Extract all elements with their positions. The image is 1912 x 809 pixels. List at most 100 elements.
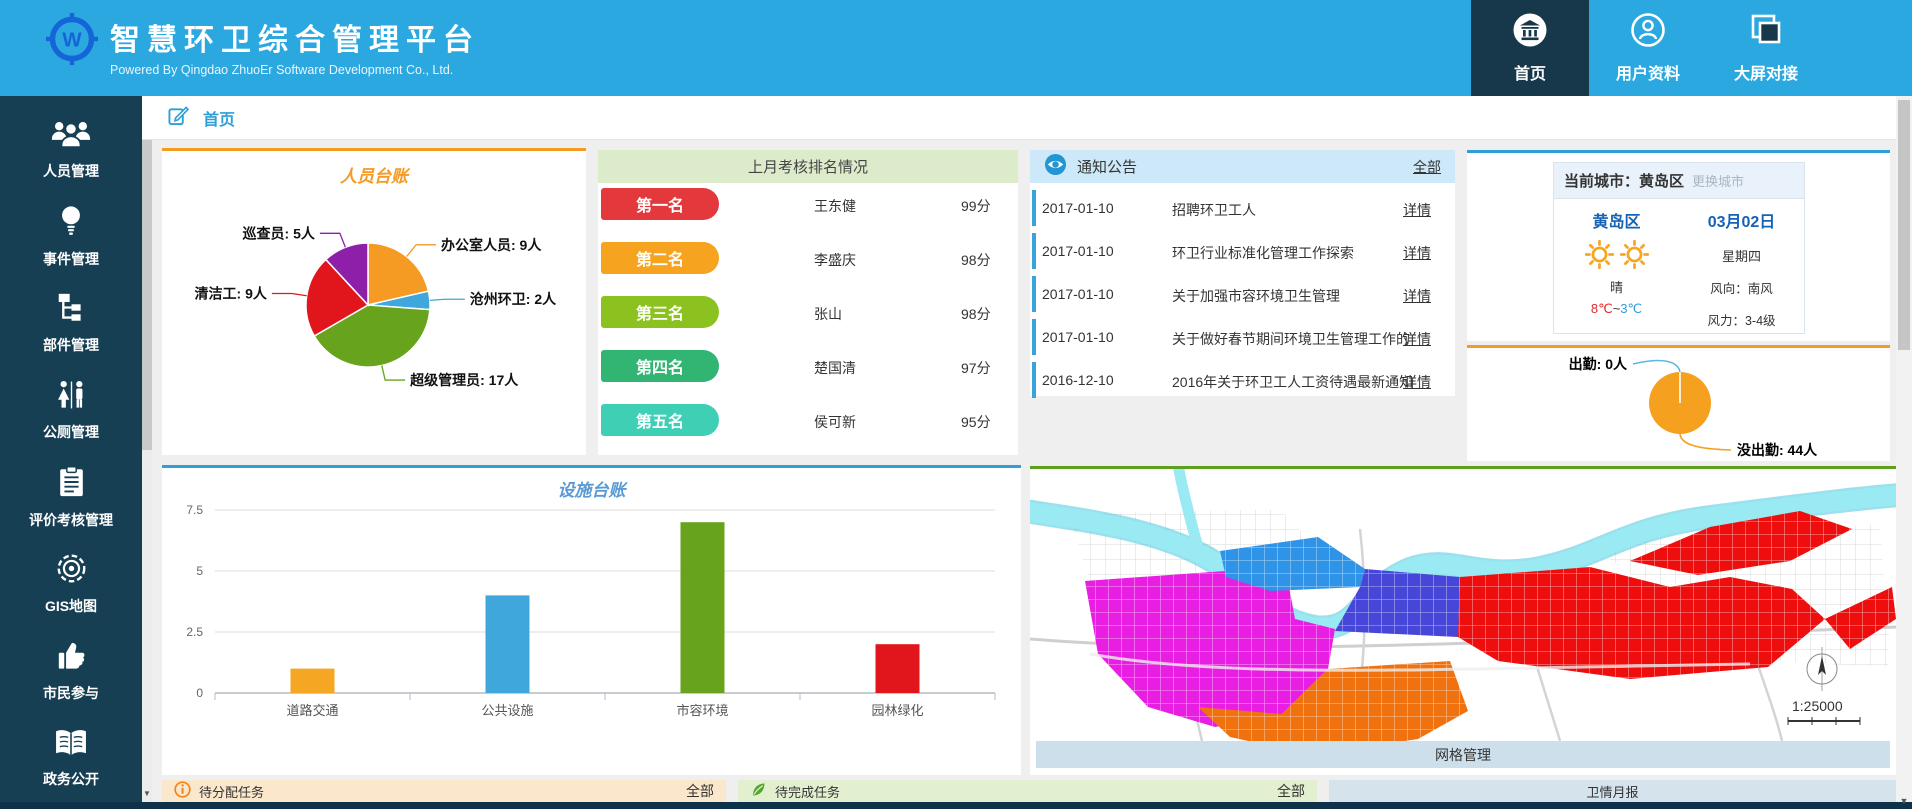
pending-assignment-tasks-header: 待分配任务 全部	[162, 780, 726, 802]
notice-panel-title: 通知公告	[1077, 156, 1403, 177]
screens-icon	[1748, 12, 1784, 53]
page-scrollbar-thumb[interactable]	[1898, 100, 1910, 350]
notice-header: 通知公告 全部	[1030, 150, 1455, 183]
sun-icon	[1584, 239, 1615, 270]
weather-panel: 当前城市：黄岛区 更换城市 黄岛区	[1467, 150, 1890, 341]
lightbulb-icon	[59, 205, 83, 240]
sidebar-scrollbar-thumb[interactable]	[142, 140, 152, 450]
sitemap-icon	[56, 292, 87, 326]
sidebar: 人员管理 事件管理 部件管理	[0, 96, 142, 809]
sidebar-scrollbar[interactable]	[142, 140, 152, 802]
sidebar-item-evaluation[interactable]: 评价考核管理	[0, 454, 142, 541]
ranking-row: 第三名 张山 98分	[598, 296, 1018, 328]
pending-completion-tasks-header: 待完成任务 全部	[738, 780, 1317, 802]
tasks-assign-all-link[interactable]: 全部	[686, 781, 714, 801]
notice-title-link[interactable]: 关于加强市容环境卫生管理	[1172, 286, 1340, 306]
map-scale-label: 1:25000	[1792, 698, 1843, 714]
nav-tab-user-profile[interactable]: 用户资料	[1589, 0, 1707, 96]
facility-ledger-title: 设施台账	[162, 468, 1021, 498]
svg-text:没出勤: 44人: 没出勤: 44人	[1737, 442, 1818, 458]
rank-badge: 第一名	[601, 188, 719, 220]
svg-text:出勤: 0人: 出勤: 0人	[1569, 356, 1628, 372]
rank-name: 王东健	[814, 196, 856, 216]
breadcrumb-home-link[interactable]: 首页	[203, 106, 235, 130]
grid-map-footer-label: 网格管理	[1036, 741, 1890, 768]
sidebar-item-label: GIS地图	[45, 596, 97, 616]
nav-tab-label: 用户资料	[1616, 60, 1680, 84]
app-title-block: 智慧环卫综合管理平台 Powered By Qingdao ZhuoEr Sof…	[110, 15, 480, 77]
sidebar-item-events[interactable]: 事件管理	[0, 193, 142, 280]
notice-all-link[interactable]: 全部	[1413, 157, 1441, 177]
sidebar-item-personnel[interactable]: 人员管理	[0, 106, 142, 193]
notice-row: 2017-01-10 关于加强市容环境卫生管理 详情	[1030, 276, 1455, 312]
sidebar-item-label: 政务公开	[43, 769, 99, 789]
svg-text:办公室人员: 9人: 办公室人员: 9人	[441, 237, 542, 253]
weather-weekday: 星期四	[1722, 246, 1761, 265]
sidebar-item-label: 评价考核管理	[29, 510, 113, 530]
sidebar-item-label: 人员管理	[43, 161, 99, 181]
notice-title-link[interactable]: 环卫行业标准化管理工作探索	[1172, 243, 1354, 263]
page-scrollbar[interactable]	[1896, 96, 1912, 809]
notice-row-accent	[1032, 233, 1036, 269]
nav-tab-big-screen[interactable]: 大屏对接	[1707, 0, 1825, 96]
personnel-ledger-title: 人员台账	[162, 151, 586, 185]
personnel-ledger-panel: 人员台账 办公室人员: 9人沧州环卫: 2人超级管理员: 17人清洁工: 9人巡…	[162, 148, 586, 455]
rank-score: 97分	[961, 358, 991, 378]
edit-icon	[168, 105, 189, 131]
weather-header: 当前城市：黄岛区 更换城市	[1554, 163, 1804, 199]
notice-date: 2017-01-10	[1042, 200, 1114, 216]
sidebar-scroll-down-arrow-icon[interactable]: ▼	[142, 788, 152, 800]
breadcrumb: 首页	[142, 96, 1896, 140]
notice-detail-link[interactable]: 详情	[1403, 286, 1431, 306]
weather-box: 当前城市：黄岛区 更换城市 黄岛区	[1553, 162, 1805, 334]
restroom-icon	[55, 380, 88, 413]
svg-text:市容环境: 市容环境	[676, 703, 728, 718]
svg-text:W: W	[62, 29, 82, 52]
notice-detail-link[interactable]: 详情	[1403, 200, 1431, 220]
ranking-row: 第二名 李盛庆 98分	[598, 242, 1018, 274]
grid-map-panel[interactable]: 1:25000 网格管理	[1030, 466, 1896, 775]
ranking-row: 第四名 楚国清 97分	[598, 350, 1018, 382]
sidebar-item-label: 公厕管理	[43, 422, 99, 442]
notice-title-link[interactable]: 招聘环卫工人	[1172, 200, 1256, 220]
facility-ledger-panel: 设施台账 02.557.5道路交通公共设施市容环境园林绿化	[162, 465, 1021, 775]
tasks-complete-all-link[interactable]: 全部	[1277, 781, 1305, 801]
task-title: 待完成任务	[775, 782, 840, 801]
sidebar-item-public-toilets[interactable]: 公厕管理	[0, 367, 142, 454]
notice-title-link[interactable]: 关于做好春节期间环境卫生管理工作的	[1172, 329, 1410, 349]
attendance-pie-chart: 出勤: 0人没出勤: 44人	[1467, 348, 1890, 461]
notice-detail-link[interactable]: 详情	[1403, 329, 1431, 349]
current-city-label: 当前城市：黄岛区	[1564, 170, 1684, 191]
users-icon	[51, 118, 91, 152]
rank-score: 98分	[961, 250, 991, 270]
weather-condition: 晴	[1610, 277, 1623, 296]
weather-condition-icons	[1584, 239, 1650, 270]
sidebar-item-gis-map[interactable]: GIS地图	[0, 541, 142, 628]
notice-panel: 通知公告 全部 2017-01-10 招聘环卫工人 详情 2017-01-10 …	[1030, 150, 1455, 396]
monthly-ranking-panel: 上月考核排名情况 第一名 王东健 99分 第二名 李盛庆 98分 第三名 张山 …	[598, 150, 1018, 455]
rank-badge: 第二名	[601, 242, 719, 274]
sidebar-item-components[interactable]: 部件管理	[0, 280, 142, 367]
svg-text:7.5: 7.5	[186, 503, 203, 517]
ranking-panel-title: 上月考核排名情况	[598, 150, 1018, 183]
rank-badge: 第五名	[601, 404, 719, 436]
svg-text:超级管理员: 17人: 超级管理员: 17人	[409, 372, 519, 388]
change-city-link[interactable]: 更换城市	[1692, 171, 1744, 190]
app-title: 智慧环卫综合管理平台	[110, 15, 480, 59]
svg-text:公共设施: 公共设施	[481, 703, 533, 718]
sidebar-item-open-government[interactable]: 政务公开	[0, 715, 142, 802]
notice-detail-link[interactable]: 详情	[1403, 372, 1431, 392]
app-logo-icon: W	[46, 13, 98, 65]
sidebar-item-citizen-participation[interactable]: 市民参与	[0, 628, 142, 715]
thumbs-up-icon	[57, 640, 86, 674]
page-scroll-down-arrow-icon[interactable]: ▼	[1896, 794, 1912, 808]
notice-detail-link[interactable]: 详情	[1403, 243, 1431, 263]
temp-high: 8℃	[1591, 301, 1613, 316]
ranking-rows: 第一名 王东健 99分 第二名 李盛庆 98分 第三名 张山 98分 第四名 楚…	[598, 183, 1018, 436]
grid-map-image[interactable]: 1:25000	[1030, 469, 1896, 741]
notice-title-link[interactable]: 2016年关于环卫工人工资待遇最新通知	[1172, 372, 1413, 392]
nav-tab-home[interactable]: 首页	[1471, 0, 1589, 96]
notice-date: 2017-01-10	[1042, 329, 1114, 345]
bank-icon	[1512, 12, 1548, 53]
weather-date: 03月02日	[1708, 208, 1776, 232]
